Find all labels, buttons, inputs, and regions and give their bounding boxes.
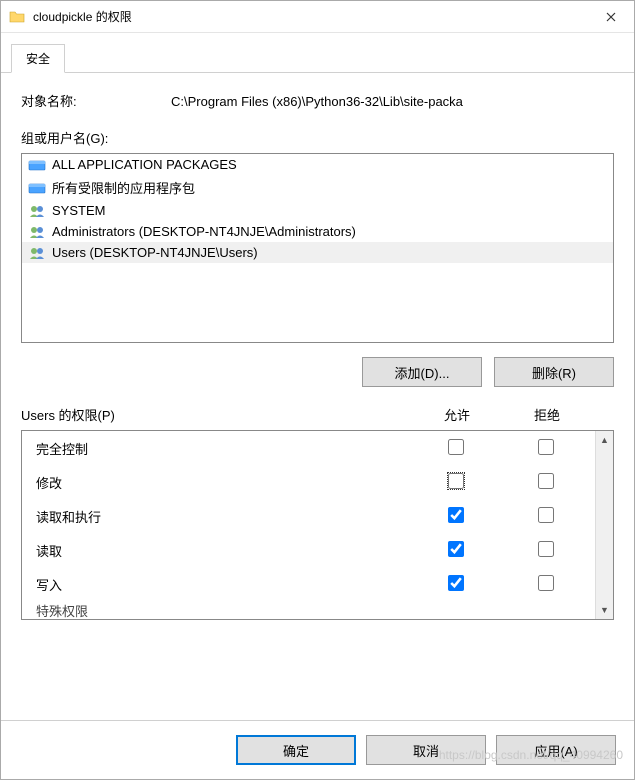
list-item[interactable]: 所有受限制的应用程序包 <box>22 175 613 200</box>
list-item[interactable]: Users (DESKTOP-NT4JNJE\Users) <box>22 242 613 263</box>
allow-checkbox[interactable] <box>448 575 464 591</box>
object-name-value: C:\Program Files (x86)\Python36-32\Lib\s… <box>171 94 463 109</box>
allow-column-header: 允许 <box>412 405 502 424</box>
deny-checkbox[interactable] <box>538 473 554 489</box>
permission-name: 读取和执行 <box>36 507 411 526</box>
permission-row: 读取 <box>22 533 595 567</box>
scroll-down-button[interactable]: ▼ <box>596 601 613 619</box>
remove-button[interactable]: 删除(R) <box>494 357 614 387</box>
dialog-footer: 确定 取消 应用(A) <box>1 720 634 779</box>
apply-button[interactable]: 应用(A) <box>496 735 616 765</box>
permission-row: 完全控制 <box>22 431 595 465</box>
permission-row: 特殊权限 <box>22 601 595 619</box>
permissions-list: 完全控制修改读取和执行读取写入特殊权限 <box>22 431 595 619</box>
object-name-label: 对象名称: <box>21 91 171 110</box>
list-item[interactable]: SYSTEM <box>22 200 613 221</box>
permission-row: 修改 <box>22 465 595 499</box>
window-title: cloudpickle 的权限 <box>33 8 588 25</box>
permission-name: 写入 <box>36 575 411 594</box>
groups-listbox[interactable]: ALL APPLICATION PACKAGES 所有受限制的应用程序包 SYSTE… <box>21 153 614 343</box>
tab-strip: 安全 <box>1 33 634 73</box>
cancel-button[interactable]: 取消 <box>366 735 486 765</box>
scroll-track[interactable] <box>596 449 613 601</box>
list-item-label: Administrators (DESKTOP-NT4JNJE\Administ… <box>52 224 356 239</box>
object-name-row: 对象名称: C:\Program Files (x86)\Python36-32… <box>21 91 614 110</box>
add-button[interactable]: 添加(D)... <box>362 357 482 387</box>
deny-checkbox[interactable] <box>538 575 554 591</box>
tab-content: 对象名称: C:\Program Files (x86)\Python36-32… <box>1 73 634 720</box>
users-icon <box>28 246 46 260</box>
deny-column-header: 拒绝 <box>502 405 592 424</box>
allow-checkbox[interactable] <box>448 439 464 455</box>
ok-button[interactable]: 确定 <box>236 735 356 765</box>
permission-name: 修改 <box>36 473 411 492</box>
group-buttons: 添加(D)... 删除(R) <box>21 357 614 387</box>
permissions-for-label: Users 的权限(P) <box>21 405 412 424</box>
list-item[interactable]: Administrators (DESKTOP-NT4JNJE\Administ… <box>22 221 613 242</box>
titlebar: cloudpickle 的权限 <box>1 1 634 33</box>
deny-checkbox[interactable] <box>538 439 554 455</box>
list-item-label: 所有受限制的应用程序包 <box>52 178 195 197</box>
list-item-label: ALL APPLICATION PACKAGES <box>52 157 237 172</box>
list-item-label: Users (DESKTOP-NT4JNJE\Users) <box>52 245 258 260</box>
folder-icon <box>9 9 25 25</box>
properties-dialog: cloudpickle 的权限 安全 对象名称: C:\Program File… <box>0 0 635 780</box>
package-icon <box>28 158 46 172</box>
list-item-label: SYSTEM <box>52 203 105 218</box>
permission-name: 完全控制 <box>36 439 411 458</box>
users-icon <box>28 225 46 239</box>
groups-label: 组或用户名(G): <box>21 128 614 147</box>
allow-checkbox[interactable] <box>448 507 464 523</box>
permission-row: 写入 <box>22 567 595 601</box>
close-button[interactable] <box>588 1 634 33</box>
scroll-up-button[interactable]: ▲ <box>596 431 613 449</box>
deny-checkbox[interactable] <box>538 541 554 557</box>
allow-checkbox[interactable] <box>448 541 464 557</box>
package-icon <box>28 181 46 195</box>
deny-checkbox[interactable] <box>538 507 554 523</box>
list-item[interactable]: ALL APPLICATION PACKAGES <box>22 154 613 175</box>
permissions-header: Users 的权限(P) 允许 拒绝 <box>21 405 614 424</box>
permission-row: 读取和执行 <box>22 499 595 533</box>
permissions-scrollbar[interactable]: ▲ ▼ <box>595 431 613 619</box>
permission-name: 读取 <box>36 541 411 560</box>
tab-security[interactable]: 安全 <box>11 44 65 73</box>
allow-checkbox[interactable] <box>448 473 464 489</box>
permissions-listbox: 完全控制修改读取和执行读取写入特殊权限 ▲ ▼ <box>21 430 614 620</box>
users-icon <box>28 204 46 218</box>
permission-name: 特殊权限 <box>36 601 591 619</box>
